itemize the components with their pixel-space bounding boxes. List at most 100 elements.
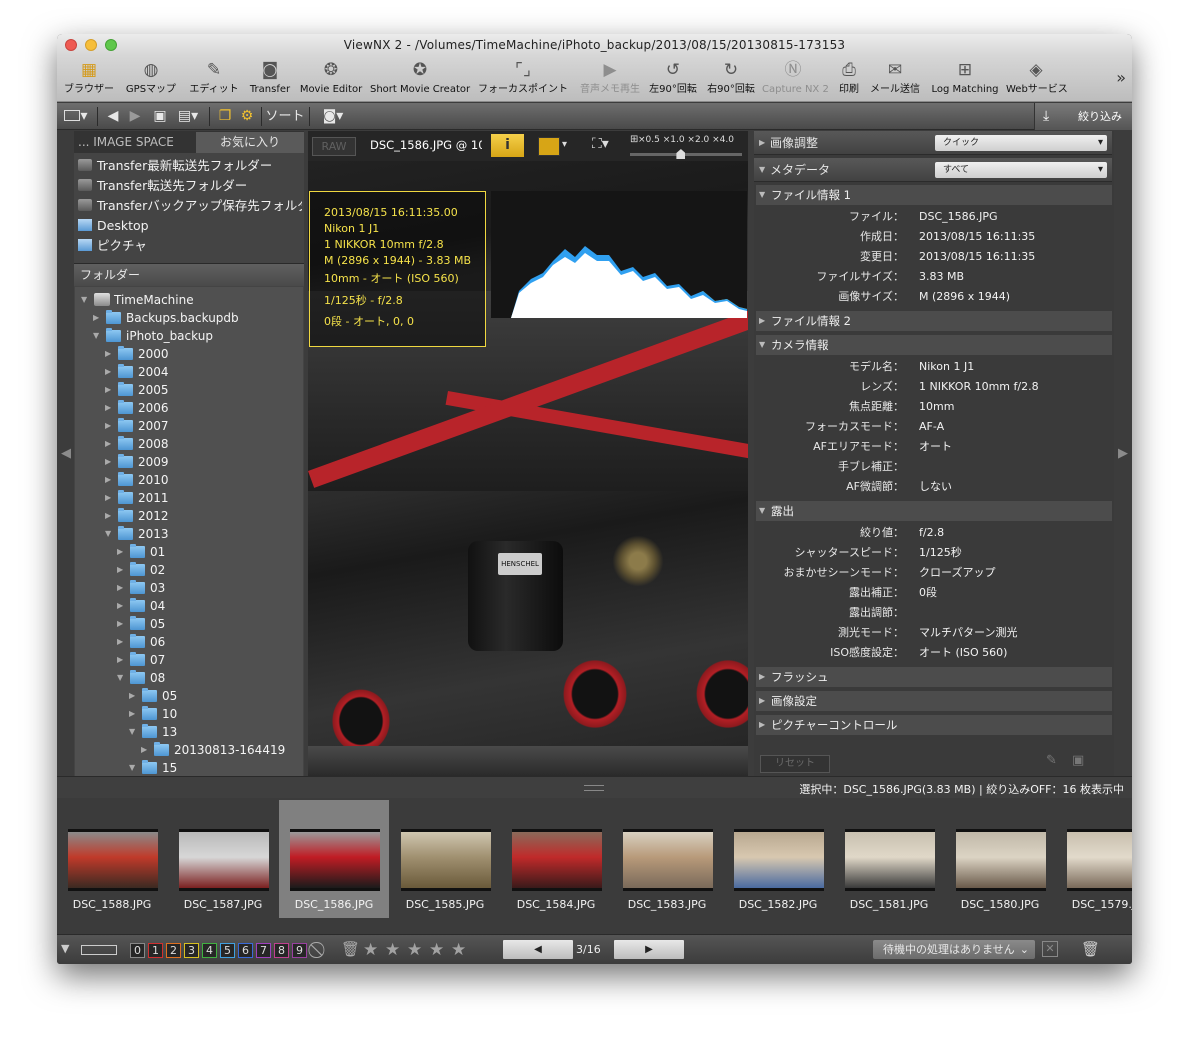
color-label-7[interactable]: 7 — [256, 943, 271, 958]
folder-tree-row[interactable]: ▶ 02 — [75, 561, 303, 579]
disclosure-closed-icon[interactable]: ▶ — [141, 741, 151, 759]
thumbnail[interactable]: DSC_1582.JPG — [723, 800, 833, 918]
toolbar-button-7[interactable]: ▶ 音声メモ再生 — [577, 58, 643, 100]
toolbar-button-2[interactable]: ✎ エディット — [186, 58, 242, 100]
collapse-right-arrow-icon[interactable]: ▶ — [1117, 439, 1129, 469]
star-rating-icon[interactable]: ★ — [451, 940, 466, 960]
thumbnail[interactable]: DSC_1586.JPG — [279, 800, 389, 918]
disclosure-closed-icon[interactable]: ▶ — [117, 561, 127, 579]
folder-tree-row[interactable]: ▶ 01 — [75, 543, 303, 561]
disclosure-open-icon[interactable]: ▼ — [117, 669, 127, 687]
disclosure-closed-icon[interactable]: ▶ — [117, 597, 127, 615]
zoom-slider-knob[interactable] — [676, 149, 686, 159]
save-metadata-icon[interactable]: ▣ — [1072, 753, 1084, 768]
disclosure-closed-icon[interactable]: ▶ — [129, 687, 139, 705]
metadata-section-header[interactable]: ▼ ファイル情報 1 — [756, 185, 1112, 205]
delete-icon[interactable]: 🗑 — [1081, 940, 1100, 958]
folder-tree-row[interactable]: ▶ 05 — [75, 687, 303, 705]
folder-tree-row[interactable]: ▶ 06 — [75, 633, 303, 651]
thumbnail-size-icon[interactable] — [81, 945, 117, 955]
toolbar-button-14[interactable]: ◈ Webサービス — [1006, 58, 1068, 100]
favorite-item[interactable]: ピクチャ — [76, 236, 302, 256]
resize-grip[interactable] — [584, 785, 604, 791]
folder-tree-row[interactable]: ▼ 2013 — [75, 525, 303, 543]
color-label-0[interactable]: 0 — [130, 943, 145, 958]
fit-screen-icon[interactable]: ⛶▾ — [592, 136, 609, 152]
folder-tree-row[interactable]: ▶ 2012 — [75, 507, 303, 525]
folder-tree-row[interactable]: ▶ 2011 — [75, 489, 303, 507]
folder-tree-row[interactable]: ▶ 10 — [75, 705, 303, 723]
folder-tree-row[interactable]: ▼ TimeMachine — [75, 291, 303, 309]
disclosure-closed-icon[interactable]: ▶ — [117, 579, 127, 597]
toolbar-button-9[interactable]: ↻ 右90°回転 — [704, 58, 758, 100]
disclosure-closed-icon[interactable]: ▶ — [105, 363, 115, 381]
disclosure-closed-icon[interactable]: ▶ — [105, 453, 115, 471]
thumbnail[interactable]: DSC_1579.JPG — [1056, 800, 1132, 918]
filter-button[interactable]: ⤓ 絞り込み — [1034, 103, 1132, 130]
color-label-2[interactable]: 2 — [166, 943, 181, 958]
color-label-4[interactable]: 4 — [202, 943, 217, 958]
folder-tree-row[interactable]: ▶ 2005 — [75, 381, 303, 399]
histogram-toggle-button[interactable] — [538, 137, 560, 156]
color-label-5[interactable]: 5 — [220, 943, 235, 958]
toolbar-button-8[interactable]: ↺ 左90°回転 — [647, 58, 699, 100]
favorite-item[interactable]: Transfer転送先フォルダー — [76, 176, 302, 196]
info-toggle-button[interactable]: i — [491, 134, 524, 157]
disclosure-closed-icon[interactable]: ▶ — [117, 651, 127, 669]
zoom-slider[interactable] — [630, 153, 742, 156]
folder-tree-row[interactable]: ▶ 07 — [75, 651, 303, 669]
toolbar-button-5[interactable]: ✪ Short Movie Creator — [370, 58, 470, 100]
tab-image-space[interactable]: ... IMAGE SPACE — [74, 132, 192, 153]
image-adjust-bar[interactable]: ▶ 画像調整 クイック — [754, 131, 1112, 155]
metadata-section-header[interactable]: ▶ ファイル情報 2 — [756, 311, 1112, 331]
disclosure-closed-icon[interactable]: ▶ — [117, 615, 127, 633]
layout-mode-button[interactable]: ▾ — [61, 107, 91, 126]
tab-favorites[interactable]: お気に入り — [196, 132, 304, 153]
toolbar-button-12[interactable]: ✉ メール送信 — [867, 58, 923, 100]
metadata-section-header[interactable]: ▶ フラッシュ — [756, 667, 1112, 687]
folder-tree-row[interactable]: ▶ 05 — [75, 615, 303, 633]
disclosure-closed-icon[interactable]: ▶ — [105, 435, 115, 453]
folder-tree-row[interactable]: ▶ 2000 — [75, 345, 303, 363]
favorite-item[interactable]: Desktop — [76, 216, 302, 236]
metadata-bar[interactable]: ▼ メタデータ すべて — [754, 158, 1112, 182]
folder-tree-row[interactable]: ▶ 2006 — [75, 399, 303, 417]
trash-rating-icon[interactable]: 🗑 — [341, 940, 360, 958]
metadata-section-header[interactable]: ▶ ピクチャーコントロール — [756, 715, 1112, 735]
toolbar-button-1[interactable]: ◍ GPSマップ — [122, 58, 180, 100]
reset-button[interactable]: リセット — [760, 755, 830, 773]
folder-tree-row[interactable]: ▶ 2004 — [75, 363, 303, 381]
collapse-left-arrow-icon[interactable]: ◀ — [60, 439, 72, 469]
histogram-menu-icon[interactable]: ▾ — [562, 139, 567, 150]
favorite-item[interactable]: Transfer最新転送先フォルダー — [76, 156, 302, 176]
disclosure-open-icon[interactable]: ▼ — [129, 759, 139, 776]
disclosure-closed-icon[interactable]: ▶ — [117, 633, 127, 651]
disclosure-open-icon[interactable]: ▼ — [81, 291, 91, 309]
back-arrow-icon[interactable]: ◀ — [103, 107, 123, 126]
toolbar-button-10[interactable]: Ⓝ Capture NX 2 — [762, 58, 829, 100]
camera-menu-icon[interactable]: ◙▾ — [315, 107, 351, 126]
favorite-item[interactable]: Transferバックアップ保存先フォルダー — [76, 196, 302, 216]
disclosure-closed-icon[interactable]: ▶ — [117, 543, 127, 561]
toolbar-button-11[interactable]: ⎙ 印刷 — [834, 58, 864, 100]
metadata-filter-select[interactable]: すべて — [935, 162, 1107, 178]
folder-tree-row[interactable]: ▶ 04 — [75, 597, 303, 615]
color-label-8[interactable]: 8 — [274, 943, 289, 958]
disclosure-closed-icon[interactable]: ▶ — [105, 489, 115, 507]
batch-process-icon[interactable]: ⚙ — [237, 107, 257, 126]
disclosure-open-icon[interactable]: ▼ — [105, 525, 115, 543]
next-image-button[interactable]: ▶ — [614, 940, 684, 959]
disclosure-closed-icon[interactable]: ▶ — [105, 381, 115, 399]
folder-tree-row[interactable]: ▼ 08 — [75, 669, 303, 687]
edit-metadata-icon[interactable]: ✎ — [1046, 753, 1057, 768]
folder-tree-row[interactable]: ▶ Backups.backupdb — [75, 309, 303, 327]
toolbar-button-3[interactable]: ◙ Transfer — [247, 58, 293, 100]
thumbnail[interactable]: DSC_1585.JPG — [390, 800, 500, 918]
star-rating-icon[interactable]: ★ — [429, 940, 444, 960]
color-label-9[interactable]: 9 — [292, 943, 307, 958]
thumbnail[interactable]: DSC_1587.JPG — [168, 800, 278, 918]
thumbnail[interactable]: DSC_1581.JPG — [834, 800, 944, 918]
toolbar-button-0[interactable]: ▦ ブラウザー — [62, 58, 116, 100]
star-rating-icon[interactable]: ★ — [407, 940, 422, 960]
thumbnail[interactable]: DSC_1580.JPG — [945, 800, 1055, 918]
